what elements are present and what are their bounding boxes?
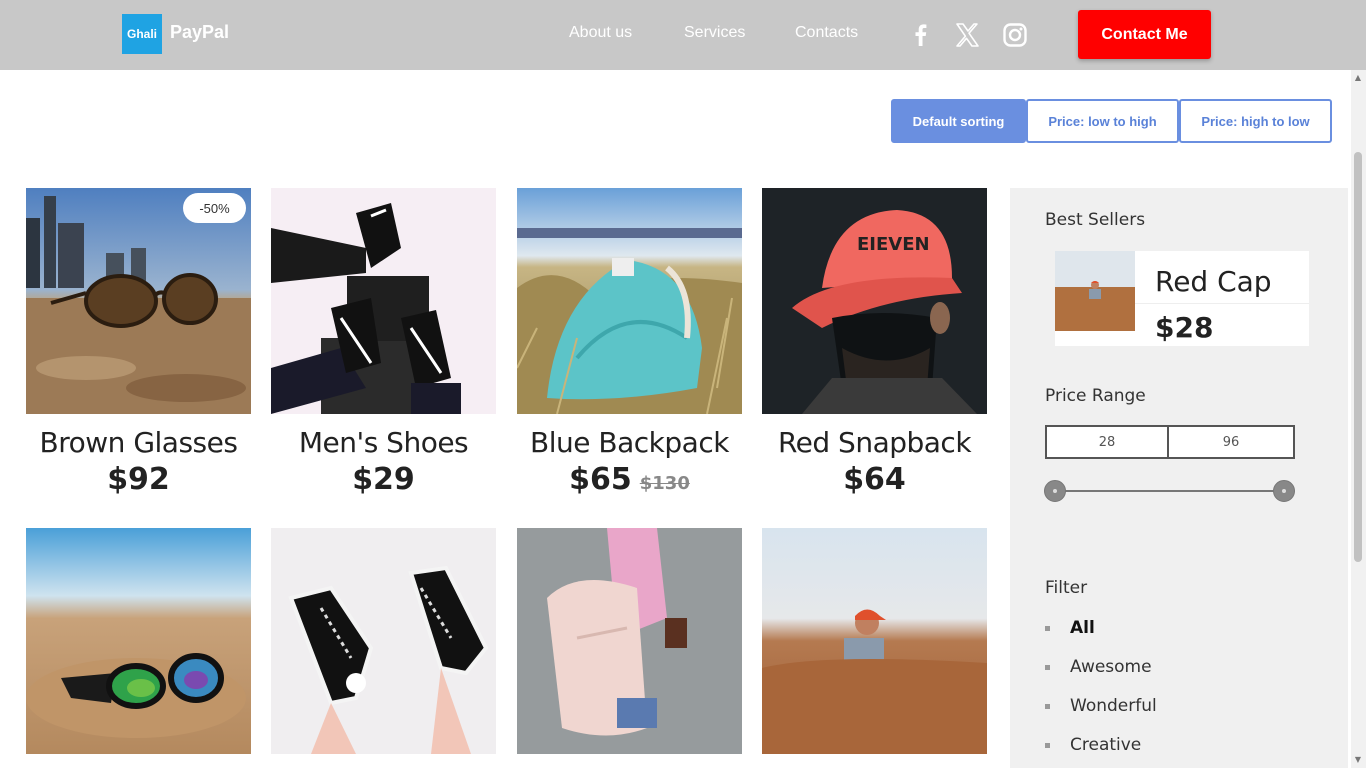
best-seller-image[interactable]	[1055, 251, 1135, 331]
filter-item-all[interactable]: All	[1045, 618, 1095, 638]
filter-item-creative[interactable]: Creative	[1045, 735, 1141, 755]
product-old-price: $130	[639, 473, 690, 494]
instagram-icon[interactable]	[1002, 22, 1028, 48]
price-slider-max-handle[interactable]	[1273, 480, 1295, 502]
bullet-icon	[1045, 625, 1050, 631]
product-price: $65	[569, 462, 632, 497]
product-image-pink-backpack[interactable]	[517, 528, 742, 754]
product-title[interactable]: Blue Backpack	[517, 426, 742, 459]
filter-label: Awesome	[1070, 657, 1152, 677]
divider	[1135, 303, 1309, 304]
sort-high-low-button[interactable]: Price: high to low	[1179, 99, 1332, 143]
product-image-sunglasses-beach[interactable]	[26, 528, 251, 754]
product-title[interactable]: Brown Glasses	[26, 426, 251, 459]
nav-contacts[interactable]: Contacts	[795, 24, 858, 42]
x-icon[interactable]	[954, 22, 980, 48]
product-price: $64	[843, 462, 906, 497]
contact-me-button[interactable]: Contact Me	[1078, 10, 1211, 59]
scroll-up-icon[interactable]: ▲	[1354, 74, 1362, 82]
product-image-blue-backpack[interactable]	[517, 188, 742, 414]
product-price: $29	[352, 462, 415, 497]
product-image-man-field[interactable]	[762, 528, 987, 754]
filter-label: Wonderful	[1070, 696, 1157, 716]
scrollbar-thumb[interactable]	[1354, 152, 1362, 562]
price-min-input[interactable]	[1045, 425, 1169, 459]
sort-default-button[interactable]: Default sorting	[891, 99, 1026, 143]
best-seller-name[interactable]: Red Cap	[1155, 265, 1272, 298]
price-range-heading: Price Range	[1045, 386, 1146, 406]
product-title[interactable]: Red Snapback	[762, 426, 987, 459]
nav-services[interactable]: Services	[684, 24, 745, 42]
svg-text:EIEVEN: EIEVEN	[857, 234, 930, 255]
scroll-down-icon[interactable]: ▼	[1354, 756, 1362, 764]
discount-badge: -50%	[183, 193, 246, 223]
product-price-group: $65 $130	[517, 462, 742, 497]
product-price: $92	[107, 462, 170, 497]
facebook-icon[interactable]	[908, 22, 934, 48]
price-max-input[interactable]	[1169, 425, 1295, 459]
nav-about-us[interactable]: About us	[569, 24, 632, 42]
product-image-converse-shoes[interactable]	[271, 528, 496, 754]
bullet-icon	[1045, 703, 1050, 709]
filter-item-awesome[interactable]: Awesome	[1045, 657, 1152, 677]
logo-text[interactable]: PayPal	[170, 22, 229, 43]
best-seller-price: $28	[1155, 311, 1214, 344]
price-slider-min-handle[interactable]	[1044, 480, 1066, 502]
bullet-icon	[1045, 742, 1050, 748]
best-seller-card[interactable]: Red Cap $28	[1055, 251, 1309, 346]
filter-item-wonderful[interactable]: Wonderful	[1045, 696, 1157, 716]
price-slider-track[interactable]	[1055, 490, 1284, 492]
best-sellers-heading: Best Sellers	[1045, 210, 1146, 230]
product-image-mens-shoes[interactable]	[271, 188, 496, 414]
filter-label: Creative	[1070, 735, 1142, 755]
product-title[interactable]: Men's Shoes	[271, 426, 496, 459]
sort-low-high-button[interactable]: Price: low to high	[1026, 99, 1179, 143]
bullet-icon	[1045, 664, 1050, 670]
filter-label: All	[1070, 618, 1095, 638]
filter-heading: Filter	[1045, 578, 1088, 598]
product-image-red-snapback[interactable]: EIEVEN	[762, 188, 987, 414]
logo-badge[interactable]: Ghali	[122, 14, 162, 54]
top-navbar: Ghali PayPal About us Services Contacts …	[0, 0, 1366, 70]
